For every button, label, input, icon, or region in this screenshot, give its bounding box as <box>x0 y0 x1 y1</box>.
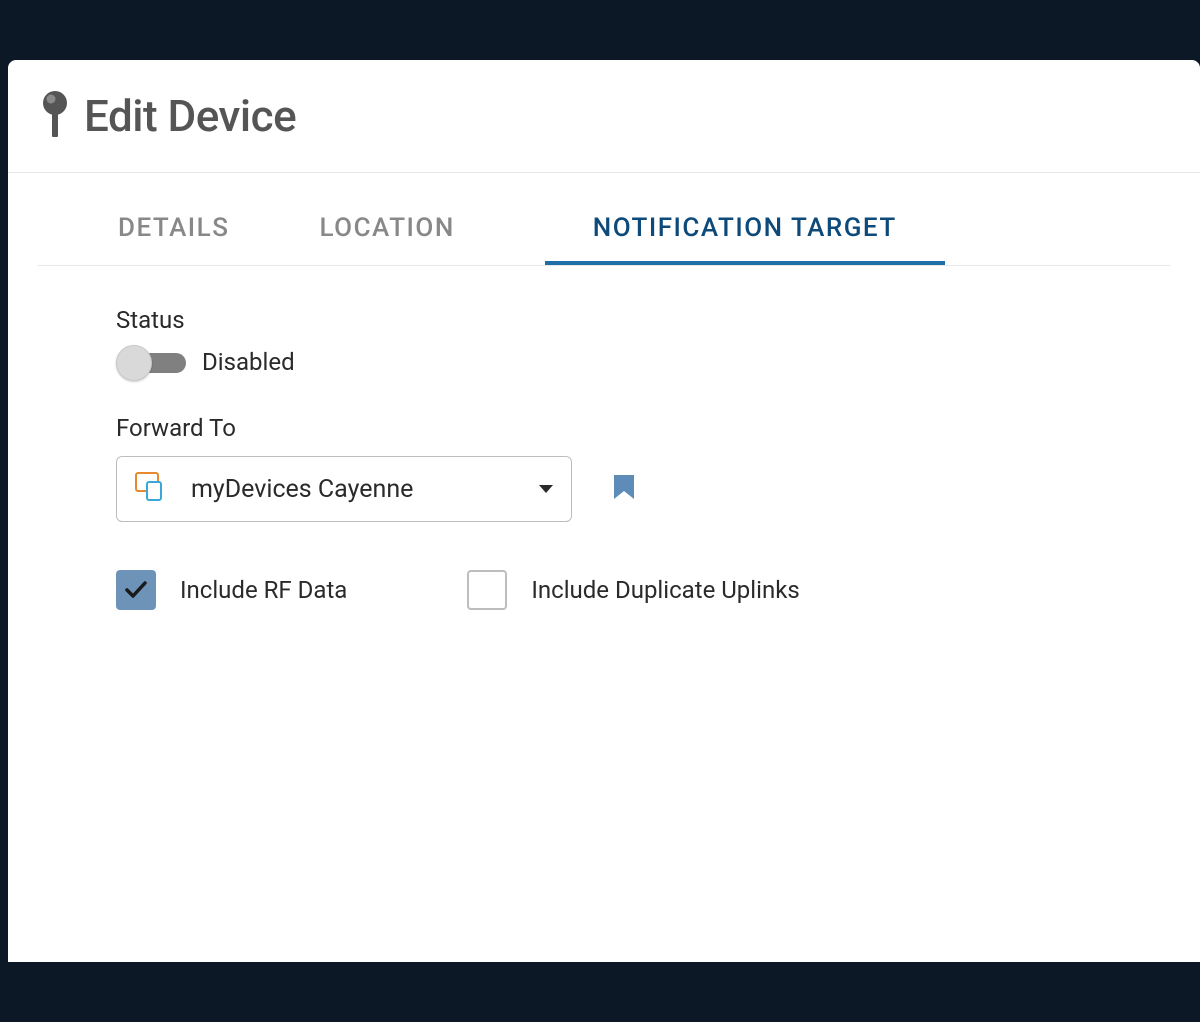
page-title: Edit Device <box>84 90 296 142</box>
bookmark-icon[interactable] <box>612 473 636 505</box>
tab-bar: DETAILS LOCATION NOTIFICATION TARGET <box>38 173 1170 266</box>
forward-to-select[interactable]: myDevices Cayenne <box>116 456 572 522</box>
cayenne-icon <box>135 472 169 506</box>
checkbox-checked-icon <box>116 570 156 610</box>
status-value: Disabled <box>202 348 295 376</box>
forward-to-row: myDevices Cayenne <box>116 456 1200 522</box>
checkbox-row: Include RF Data Include Duplicate Uplink… <box>116 570 1200 610</box>
include-rf-label: Include RF Data <box>180 576 347 604</box>
include-rf-checkbox[interactable]: Include RF Data <box>116 570 347 610</box>
tab-details[interactable]: DETAILS <box>118 173 229 265</box>
tab-location[interactable]: LOCATION <box>319 173 454 265</box>
tab-notification-target[interactable]: NOTIFICATION TARGET <box>545 173 945 265</box>
status-toggle-row: Disabled <box>116 348 1200 376</box>
status-toggle[interactable] <box>116 349 186 375</box>
form-area: Status Disabled Forward To myDevices Cay… <box>8 266 1200 610</box>
chevron-down-icon <box>539 485 553 493</box>
panel-header: Edit Device <box>8 60 1200 173</box>
edit-device-panel: Edit Device DETAILS LOCATION NOTIFICATIO… <box>8 60 1200 962</box>
forward-to-label: Forward To <box>116 414 1200 442</box>
pin-icon <box>36 91 74 141</box>
checkbox-unchecked-icon <box>467 570 507 610</box>
status-label: Status <box>116 306 1200 334</box>
forward-to-value: myDevices Cayenne <box>191 475 539 504</box>
include-dup-checkbox[interactable]: Include Duplicate Uplinks <box>467 570 799 610</box>
include-dup-label: Include Duplicate Uplinks <box>531 576 799 604</box>
